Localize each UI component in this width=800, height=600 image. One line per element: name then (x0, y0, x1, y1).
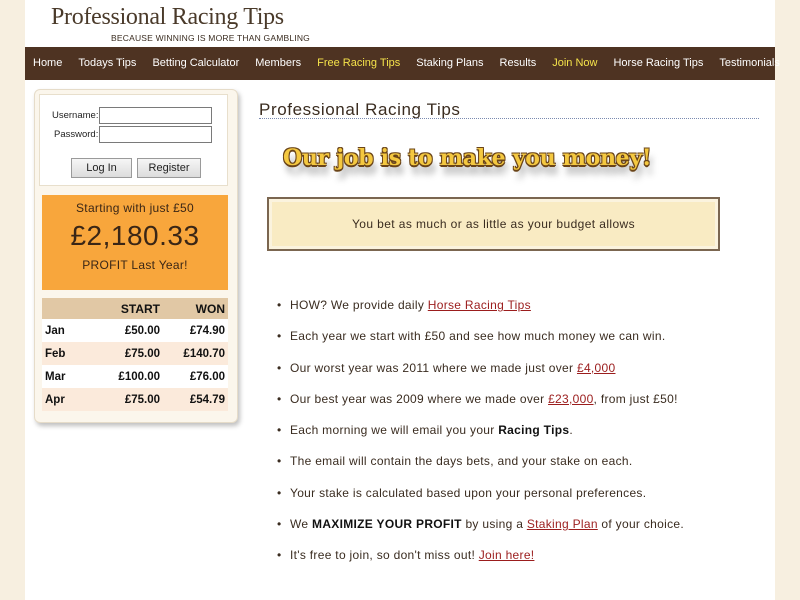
login-box: Username: Password: Log In Register (39, 94, 228, 186)
item-text: The email will contain the days bets, an… (290, 454, 633, 469)
logo-tagline: BECAUSE WINNING IS MORE THAN GAMBLING (111, 33, 310, 43)
feature-list: • HOW? We provide daily Horse Racing Tips… (277, 298, 767, 580)
table-row: Feb £75.00 £140.70 (42, 342, 228, 365)
join-here-link[interactable]: Join here! (479, 548, 535, 562)
item-text: We (290, 517, 313, 532)
results-header-start: START (92, 298, 162, 319)
item-text-post: . (569, 423, 573, 438)
item-text: Your stake is calculated based upon your… (290, 485, 647, 500)
budget-text: You bet as much or as little as your bud… (351, 217, 636, 231)
table-row: Apr £75.00 £54.79 (42, 388, 228, 411)
table-row: Mar £100.00 £76.00 (42, 365, 228, 388)
list-item: • Each year we start with £50 and see how… (277, 329, 767, 360)
page-title: Professional Racing Tips (259, 100, 461, 119)
bullet-icon: • (277, 485, 282, 500)
row-start: £75.00 (92, 388, 162, 411)
worst-year-link[interactable]: £4,000 (577, 361, 616, 375)
nav-betting-calculator[interactable]: Betting Calculator (144, 47, 247, 80)
list-item: • Our worst year was 2011 where we made j… (277, 361, 767, 392)
logo-title: Professional Racing Tips (51, 4, 284, 30)
profit-starting: Starting with just £50 (76, 201, 194, 215)
nav-home[interactable]: Home (25, 47, 70, 80)
horse-racing-tips-link[interactable]: Horse Racing Tips (428, 298, 531, 312)
results-header: START WON (42, 298, 228, 319)
row-won: £74.90 (162, 319, 228, 342)
slogan: Our job is to make you money! (283, 145, 652, 171)
nav-testimonials[interactable]: Testimonials (711, 47, 788, 80)
site-logo[interactable]: Professional Racing Tips BECAUSE WINNING… (51, 4, 310, 43)
results-header-won: WON (162, 298, 228, 319)
item-text-mid: by using a (461, 517, 527, 532)
item-text: Each year we start with £50 and see how … (290, 329, 666, 344)
list-item: • HOW? We provide daily Horse Racing Tips (277, 298, 767, 329)
item-bold: Racing Tips (498, 423, 570, 438)
item-bold: MAXIMIZE YOUR PROFIT (312, 517, 462, 532)
item-text: Each morning we will email you your (290, 423, 499, 438)
nav-join-now[interactable]: Join Now (544, 47, 605, 80)
row-won: £76.00 (162, 365, 228, 388)
results-table: START WON Jan £50.00 £74.90 Feb £75.00 £… (42, 298, 228, 411)
list-item: • Our best year was 2009 where we made ov… (277, 392, 767, 423)
best-year-link[interactable]: £23,000 (548, 392, 593, 406)
bullet-icon: • (277, 423, 282, 438)
nav-horse-racing-tips[interactable]: Horse Racing Tips (605, 47, 711, 80)
list-item: • We MAXIMIZE YOUR PROFIT by using a Stak… (277, 517, 767, 548)
row-month: Apr (42, 388, 92, 411)
item-text-post: , from just £50! (593, 391, 678, 406)
bullet-icon: • (277, 517, 282, 532)
row-month: Feb (42, 342, 92, 365)
budget-box: You bet as much or as little as your bud… (267, 197, 720, 251)
username-label: Username: (52, 110, 99, 121)
username-input[interactable] (99, 107, 212, 124)
item-text: It's free to join, so don't miss out! (290, 548, 479, 563)
nav-results[interactable]: Results (492, 47, 545, 80)
item-text-post: of your choice. (597, 517, 684, 532)
list-item: • Each morning we will email you your Rac… (277, 423, 767, 454)
bullet-icon: • (277, 548, 282, 563)
list-item: • The email will contain the days bets, a… (277, 454, 767, 485)
bullet-icon: • (277, 298, 282, 312)
results-header-month (42, 298, 92, 319)
row-won: £54.79 (162, 388, 228, 411)
nav-free-racing-tips[interactable]: Free Racing Tips (309, 47, 408, 80)
list-item: • Your stake is calculated based upon you… (277, 486, 767, 517)
nav-todays-tips[interactable]: Todays Tips (70, 47, 144, 80)
row-start: £100.00 (92, 365, 162, 388)
row-start: £50.00 (92, 319, 162, 342)
profit-amount: £2,180.33 (70, 220, 200, 251)
table-row: Jan £50.00 £74.90 (42, 319, 228, 342)
register-button[interactable]: Register (137, 158, 201, 178)
login-button[interactable]: Log In (71, 158, 132, 178)
bullet-icon: • (277, 391, 282, 406)
sidebar: Username: Password: Log In Register Star… (34, 89, 238, 423)
main-nav: Home Todays Tips Betting Calculator Memb… (25, 47, 780, 80)
row-start: £75.00 (92, 342, 162, 365)
bullet-icon: • (277, 454, 282, 469)
item-text: HOW? We provide daily (290, 298, 428, 312)
item-text: Our best year was 2009 where we made ove… (290, 391, 549, 406)
password-label: Password: (54, 129, 99, 140)
page: Professional Racing Tips BECAUSE WINNING… (25, 0, 780, 600)
list-item: • It's free to join, so don't miss out! J… (277, 548, 767, 579)
profit-caption: PROFIT Last Year! (82, 258, 188, 272)
nav-members[interactable]: Members (247, 47, 309, 80)
title-divider (259, 118, 759, 119)
item-text: Our worst year was 2011 where we made ju… (290, 360, 577, 375)
nav-staking-plans[interactable]: Staking Plans (408, 47, 491, 80)
row-month: Mar (42, 365, 92, 388)
staking-plan-link[interactable]: Staking Plan (527, 517, 598, 531)
row-month: Jan (42, 319, 92, 342)
bullet-icon: • (277, 329, 282, 344)
row-won: £140.70 (162, 342, 228, 365)
password-input[interactable] (99, 126, 212, 143)
profit-box: Starting with just £50 £2,180.33 PROFIT … (42, 195, 228, 290)
bullet-icon: • (277, 360, 282, 375)
